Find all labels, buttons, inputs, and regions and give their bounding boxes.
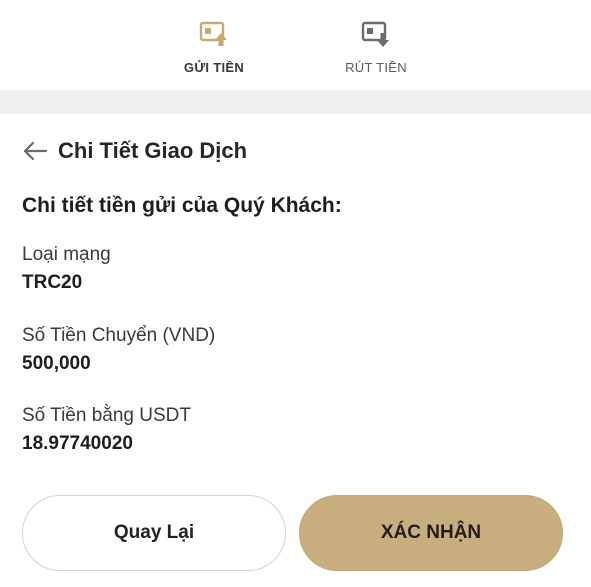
transaction-details-panel: Chi Tiết Giao Dịch Chi tiết tiền gửi của… (0, 114, 591, 587)
page-title: Chi Tiết Giao Dịch (58, 138, 248, 163)
amount-vnd-label: Số Tiền Chuyển (VND) (22, 325, 216, 346)
section-divider (0, 90, 591, 114)
network-field: Loại mạng TRC20 (22, 244, 111, 294)
amount-usdt-label: Số Tiền bằng USDT (22, 405, 191, 426)
network-value: TRC20 (22, 272, 83, 293)
tab-deposit-label: GỬI TIỀN (183, 60, 245, 75)
arrow-left-icon[interactable] (22, 138, 48, 164)
top-tab-bar: GỬI TIỀN RÚT TIỀN (0, 0, 591, 90)
amount-vnd-field: Số Tiền Chuyển (VND) 500,000 (22, 325, 215, 375)
withdraw-icon (361, 21, 389, 47)
deposit-icon (199, 21, 227, 46)
tab-withdraw-label: RÚT TIỀN (345, 60, 407, 75)
page-header: Chi Tiết Giao Dịch (22, 138, 247, 164)
confirm-button[interactable]: XÁC NHẬN (299, 495, 563, 571)
network-label: Loại mạng (22, 244, 111, 265)
back-button[interactable]: Quay Lại (22, 495, 286, 571)
tab-deposit[interactable]: GỬI TIỀN (174, 0, 254, 90)
amount-usdt-field: Số Tiền bằng USDT 18.97740020 (22, 405, 191, 455)
amount-vnd-value: 500,000 (22, 353, 91, 374)
amount-usdt-value: 18.97740020 (22, 433, 133, 454)
tab-withdraw[interactable]: RÚT TIỀN (336, 0, 416, 90)
section-title: Chi tiết tiền gửi của Quý Khách: (22, 194, 342, 217)
